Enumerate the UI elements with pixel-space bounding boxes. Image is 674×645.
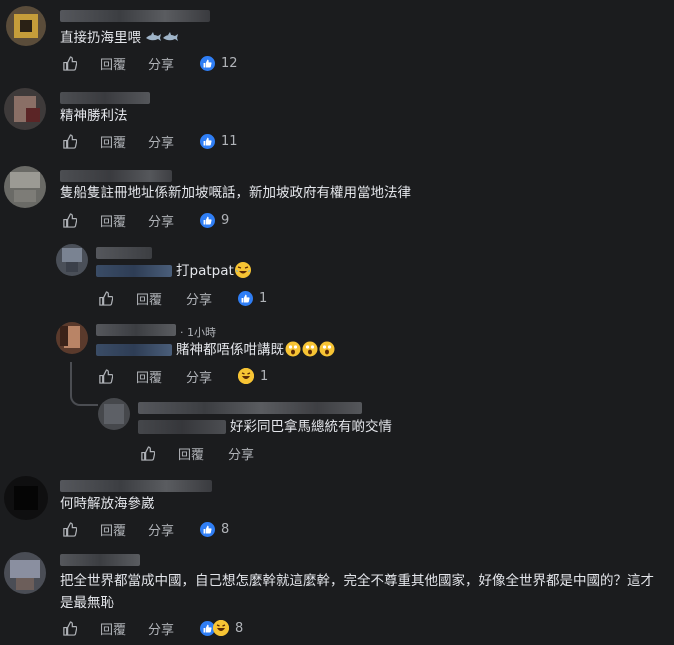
share-button[interactable]: 分享: [186, 367, 212, 386]
avatar[interactable]: [56, 244, 88, 276]
comment-text-content: 好彩同巴拿馬總統有啲交情: [230, 419, 392, 435]
comment-text-content: 把全世界都當成中國，自己想怎麼幹就這麼幹，完全不尊重其他國家，好像全世界都是中國…: [60, 573, 654, 611]
reaction-count: 9: [221, 212, 230, 228]
shocked-emoji-icon: [302, 341, 318, 357]
comment-text: 好彩同巴拿馬總統有啲交情: [230, 416, 392, 438]
comment-text-content: 直接扔海里喂: [60, 30, 141, 46]
comment-actions: 回覆 分享 1: [96, 366, 268, 386]
thumbs-up-icon[interactable]: [60, 132, 78, 150]
comment-text: 把全世界都當成中國，自己想怎麼幹就這麼幹，完全不尊重其他國家，好像全世界都是中國…: [60, 570, 660, 614]
comment-actions: 回覆 分享 8: [60, 618, 243, 638]
share-button[interactable]: 分享: [148, 520, 174, 539]
avatar[interactable]: [4, 476, 48, 520]
reply-button[interactable]: 回覆: [100, 520, 126, 539]
timestamp[interactable]: · 1小時: [180, 324, 216, 340]
shocked-emoji-icon: [319, 341, 335, 357]
comment-text: 賭神都唔係咁講既: [176, 339, 335, 361]
share-button[interactable]: 分享: [148, 619, 174, 638]
comment-text-content: 賭神都唔係咁講既: [176, 342, 284, 358]
reaction-summary[interactable]: 11: [200, 133, 238, 149]
comment-text: 打patpat: [176, 260, 251, 282]
like-reaction-icon: [200, 133, 216, 149]
avatar[interactable]: [6, 6, 46, 46]
comment-text-content: 何時解放海參崴: [60, 496, 155, 512]
reaction-summary[interactable]: 1: [238, 368, 268, 384]
haha-reaction-icon: [238, 368, 255, 384]
reaction-count: 1: [260, 368, 269, 384]
comment-actions: 回覆 分享: [138, 443, 254, 463]
comment-actions: 回覆 分享 12: [60, 53, 238, 73]
reply-button[interactable]: 回覆: [178, 444, 204, 463]
comment-text: 隻船隻註冊地址係新加坡嘅話，新加坡政府有權用當地法律: [60, 182, 411, 204]
share-button[interactable]: 分享: [148, 54, 174, 73]
author-name-blurred[interactable]: [60, 170, 172, 182]
like-reaction-icon: [200, 55, 216, 71]
haha-reaction-icon: [213, 620, 230, 636]
author-name-blurred[interactable]: [96, 344, 172, 356]
reaction-summary[interactable]: 12: [200, 55, 238, 71]
thread-connector: [70, 380, 98, 406]
share-button[interactable]: 分享: [148, 211, 174, 230]
reply-button[interactable]: 回覆: [100, 619, 126, 638]
avatar[interactable]: [4, 552, 46, 594]
reaction-count: 1: [259, 290, 268, 306]
avatar[interactable]: [98, 398, 130, 430]
reaction-summary[interactable]: 8: [200, 620, 243, 636]
thumbs-up-icon[interactable]: [138, 444, 156, 462]
tears-of-joy-emoji-icon: [234, 262, 251, 278]
comment-text-content: 精神勝利法: [60, 108, 128, 124]
avatar[interactable]: [4, 166, 46, 208]
comment-text: 何時解放海參崴: [60, 493, 155, 515]
thumbs-up-icon[interactable]: [60, 54, 78, 72]
author-name-blurred[interactable]: [96, 265, 172, 277]
like-reaction-icon: [238, 290, 254, 306]
reaction-count: 8: [235, 620, 244, 636]
comment-text-content: 隻船隻註冊地址係新加坡嘅話，新加坡政府有權用當地法律: [60, 185, 411, 201]
reply-button[interactable]: 回覆: [100, 132, 126, 151]
thumbs-up-icon[interactable]: [60, 211, 78, 229]
author-name-blurred[interactable]: [60, 92, 150, 104]
share-button[interactable]: 分享: [186, 289, 212, 308]
author-name-blurred[interactable]: [60, 554, 140, 566]
comment-actions: 回覆 分享 1: [96, 288, 267, 308]
thumbs-up-icon[interactable]: [60, 619, 78, 637]
reaction-summary[interactable]: 8: [200, 521, 230, 537]
reaction-count: 8: [221, 521, 230, 537]
avatar[interactable]: [4, 88, 46, 130]
comment-text: 直接扔海里喂: [60, 27, 179, 49]
author-name-blurred[interactable]: [60, 480, 212, 492]
reaction-summary[interactable]: 1: [238, 290, 268, 306]
author-name-blurred[interactable]: [138, 420, 226, 434]
author-name-blurred[interactable]: [138, 402, 362, 414]
reply-button[interactable]: 回覆: [136, 367, 162, 386]
author-name-blurred[interactable]: [60, 10, 210, 22]
shocked-emoji-icon: [285, 341, 301, 357]
reply-button[interactable]: 回覆: [100, 211, 126, 230]
comment-actions: 回覆 分享 8: [60, 519, 229, 539]
comment-text-content: 打patpat: [176, 263, 234, 279]
thumbs-up-icon[interactable]: [60, 520, 78, 538]
reaction-summary[interactable]: 9: [200, 212, 230, 228]
reply-button[interactable]: 回覆: [100, 54, 126, 73]
comment-text: 精神勝利法: [60, 105, 128, 127]
shark-emoji-icon: [163, 32, 179, 41]
like-reaction-icon: [200, 521, 216, 537]
share-button[interactable]: 分享: [148, 132, 174, 151]
reaction-count: 12: [221, 55, 238, 71]
thumbs-up-icon[interactable]: [96, 289, 114, 307]
like-reaction-icon: [200, 212, 216, 228]
comment-actions: 回覆 分享 11: [60, 131, 238, 151]
shark-emoji-icon: [146, 32, 162, 41]
reaction-count: 11: [221, 133, 238, 149]
avatar[interactable]: [56, 322, 88, 354]
author-name-blurred[interactable]: [96, 324, 176, 336]
comment-actions: 回覆 分享 9: [60, 210, 229, 230]
author-name-blurred[interactable]: [96, 247, 152, 259]
share-button[interactable]: 分享: [228, 444, 254, 463]
reply-button[interactable]: 回覆: [136, 289, 162, 308]
thumbs-up-icon[interactable]: [96, 367, 114, 385]
thread-line: [70, 362, 72, 382]
